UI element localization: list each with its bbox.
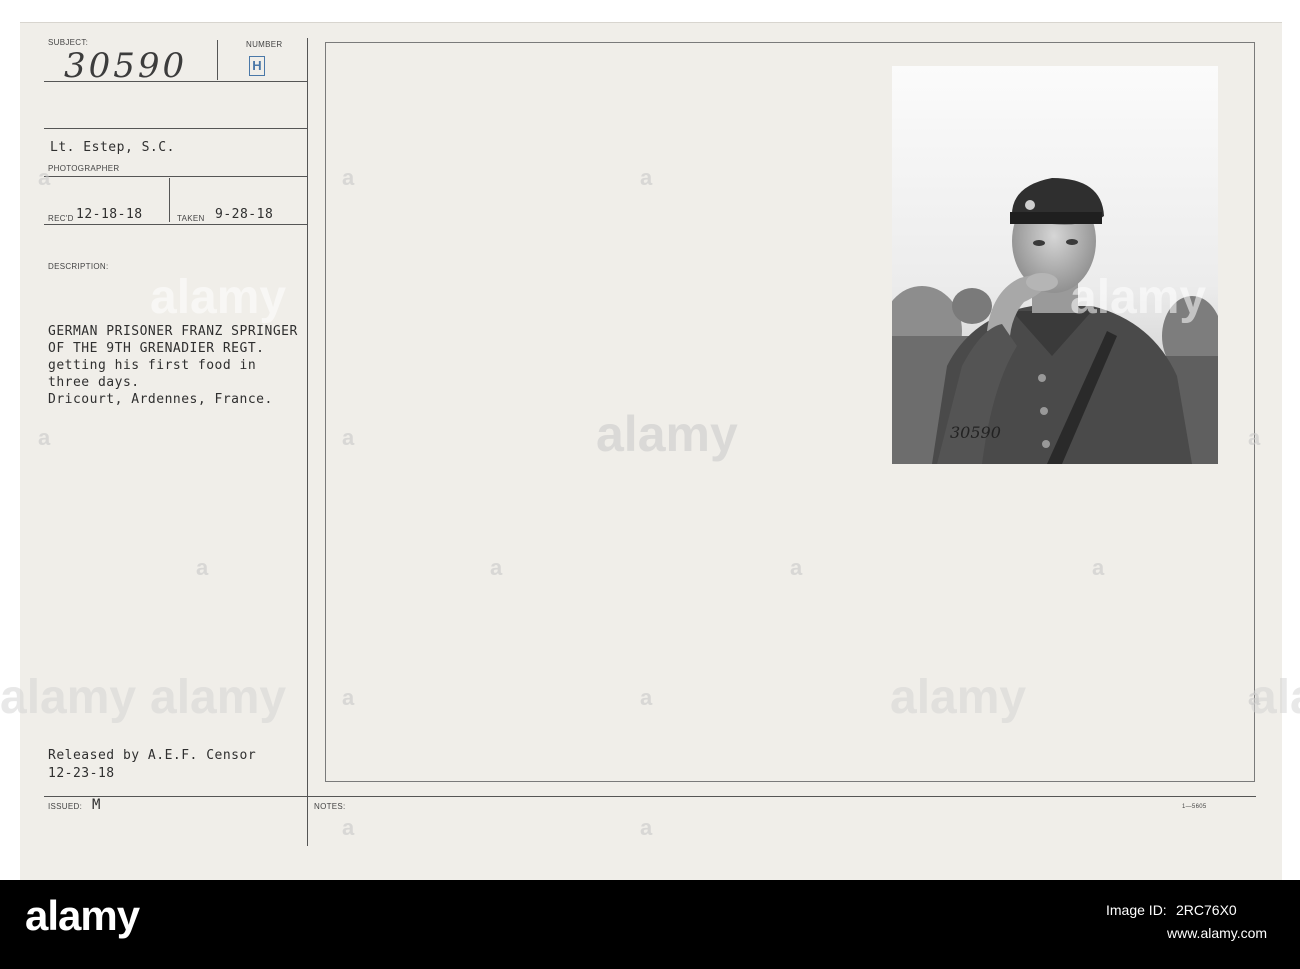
divider xyxy=(44,224,307,225)
footer-logo[interactable]: alamy xyxy=(25,892,140,940)
watermark-glyph: a xyxy=(1248,425,1261,450)
watermark-glyph: a xyxy=(38,425,51,450)
watermark-glyph: a xyxy=(1092,555,1105,580)
watermark-glyph: a xyxy=(1248,685,1261,710)
divider xyxy=(44,796,1256,797)
image-id-label: Image ID: xyxy=(1106,902,1167,918)
description-line: getting his first food in xyxy=(48,358,257,373)
watermark-glyph: a xyxy=(38,165,51,190)
photographer-name: Lt. Estep, S.C. xyxy=(50,140,175,155)
watermark-logo: alamy xyxy=(0,671,137,724)
watermark-glyph: a xyxy=(196,555,209,580)
description-line: Dricourt, Ardennes, France. xyxy=(48,392,273,407)
photo-stamp-number: 30590 xyxy=(950,423,1001,442)
divider xyxy=(169,178,170,222)
watermark-glyph: a xyxy=(342,685,355,710)
notes-label: NOTES: xyxy=(314,802,346,811)
censor-date: 12-23-18 xyxy=(48,766,115,781)
watermark-glyph: a xyxy=(490,555,503,580)
censor-line: Released by A.E.F. Censor xyxy=(48,748,257,763)
watermark-glyph: a xyxy=(640,165,653,190)
watermark-logo: alamy xyxy=(150,671,287,724)
description-text: GERMAN PRISONER FRANZ SPRINGER OF THE 9T… xyxy=(48,323,298,408)
watermark-glyph: a xyxy=(790,555,803,580)
number-stamp: H xyxy=(249,56,265,76)
issued-value: M xyxy=(92,797,101,813)
censor-release: Released by A.E.F. Censor 12-23-18 xyxy=(48,747,256,783)
watermark-glyph: a xyxy=(342,425,355,450)
site-url[interactable]: www.alamy.com xyxy=(1167,925,1267,941)
watermark-glyph: a xyxy=(640,685,653,710)
number-label: NUMBER xyxy=(246,40,283,49)
footer-bar xyxy=(0,880,1300,969)
description-line: GERMAN PRISONER FRANZ SPRINGER xyxy=(48,324,298,339)
watermark-logo: alamy xyxy=(1070,271,1207,324)
image-id: 2RC76X0 xyxy=(1176,902,1237,918)
taken-date: 9-28-18 xyxy=(215,207,274,222)
description-line: three days. xyxy=(48,375,140,390)
description-line: OF THE 9TH GRENADIER REGT. xyxy=(48,341,265,356)
description-label: DESCRIPTION: xyxy=(48,262,109,271)
recd-label: REC'D xyxy=(48,214,74,223)
watermark-glyph: a xyxy=(342,165,355,190)
watermark-logo: alamy xyxy=(596,406,738,462)
form-number: 1—5605 xyxy=(1182,804,1207,810)
taken-label: TAKEN xyxy=(177,214,205,223)
photograph: 30590 xyxy=(892,66,1218,464)
watermark-logo: alamy xyxy=(150,271,287,324)
divider xyxy=(44,176,307,177)
divider xyxy=(44,128,307,129)
watermark-glyph: a xyxy=(640,815,653,840)
issued-label: ISSUED: xyxy=(48,802,83,811)
divider xyxy=(217,40,218,80)
watermark-glyph: a xyxy=(342,815,355,840)
recd-date: 12-18-18 xyxy=(76,207,143,222)
subject-number: 30590 xyxy=(64,46,188,86)
column-divider xyxy=(307,38,308,846)
soldier-photo-icon xyxy=(892,66,1218,464)
photographer-label: PHOTOGRAPHER xyxy=(48,164,120,173)
divider xyxy=(44,81,307,82)
watermark-logo: alamy xyxy=(890,671,1027,724)
